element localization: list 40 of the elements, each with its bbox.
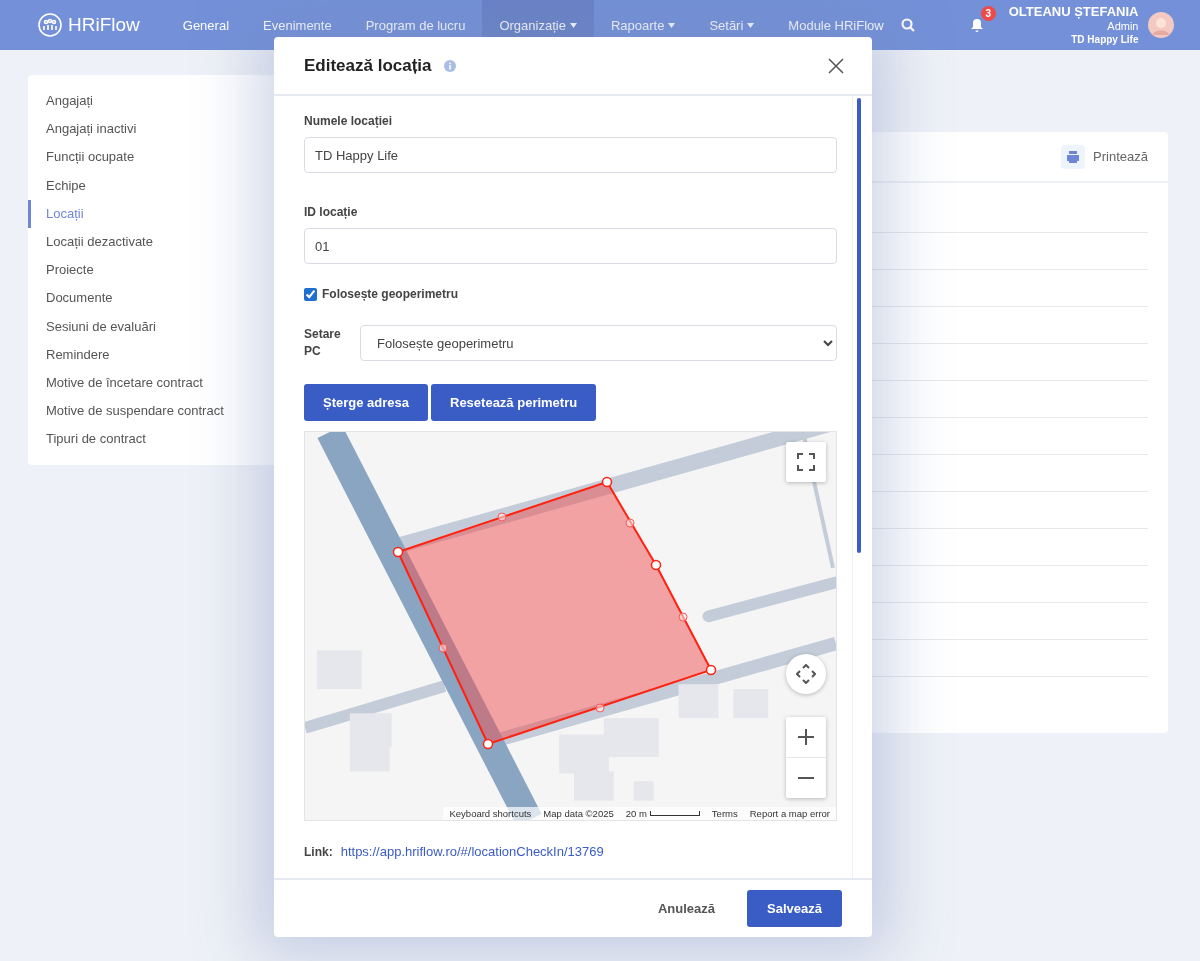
notification-count: 3 bbox=[980, 6, 996, 21]
fullscreen-button[interactable] bbox=[786, 442, 826, 482]
map[interactable]: Keyboard shortcuts Map data ©2025 20 m Terms Report a map error bbox=[304, 431, 837, 821]
delete-address-button[interactable]: Șterge adresa bbox=[304, 384, 428, 421]
reset-perimeter-button[interactable]: Resetează perimetru bbox=[431, 384, 597, 421]
minus-icon bbox=[798, 777, 814, 779]
map-scale: 20 m bbox=[625, 808, 700, 819]
checkbox-label: Folosește geoperimetru bbox=[322, 287, 459, 301]
field-label: Numele locației bbox=[304, 114, 394, 128]
dialog-title: Editează locația bbox=[304, 55, 432, 76]
search-icon[interactable] bbox=[900, 18, 915, 32]
check-in-link[interactable]: https://app.hriflow.ro/#/locationCheckIn/13769 bbox=[340, 844, 604, 859]
map-attribution-link[interactable]: Keyboard shortcuts bbox=[449, 808, 532, 819]
info-icon[interactable] bbox=[443, 59, 456, 72]
close-icon bbox=[828, 57, 844, 74]
geofence-checkbox[interactable] bbox=[304, 287, 317, 301]
user-role: Admin bbox=[1107, 20, 1139, 34]
printer-icon bbox=[1061, 144, 1086, 169]
field-label: Setare PC bbox=[304, 326, 342, 360]
user-name: OLTEANU ȘTEFANIA bbox=[1008, 3, 1139, 20]
fullscreen-icon bbox=[797, 453, 815, 471]
select-field[interactable]: Folosește geoperimetru bbox=[360, 325, 837, 361]
bell-icon[interactable] bbox=[969, 17, 984, 33]
field-label: ID locație bbox=[304, 205, 359, 219]
map-attribution-link[interactable]: Map data ©2025 bbox=[543, 808, 614, 819]
save-button[interactable]: Salvează bbox=[747, 890, 842, 927]
text-field[interactable]: TD Happy Life bbox=[304, 137, 837, 173]
people-logo-icon bbox=[38, 13, 62, 37]
text-field[interactable]: 01 bbox=[304, 228, 837, 264]
perimeter-polygon[interactable] bbox=[393, 477, 717, 749]
four-arrows-icon bbox=[796, 664, 816, 684]
plus-icon bbox=[798, 729, 814, 745]
print-button[interactable]: Printează bbox=[1061, 144, 1148, 169]
cancel-button[interactable]: Anulează bbox=[652, 900, 722, 917]
map-attribution-link[interactable]: Report a map error bbox=[749, 808, 830, 819]
map-attribution-link[interactable]: Terms bbox=[711, 808, 738, 819]
company-name: TD Happy Life bbox=[1071, 33, 1139, 47]
close-button[interactable] bbox=[828, 57, 844, 74]
link-label: Link: bbox=[304, 844, 333, 859]
avatar[interactable] bbox=[1148, 12, 1175, 38]
